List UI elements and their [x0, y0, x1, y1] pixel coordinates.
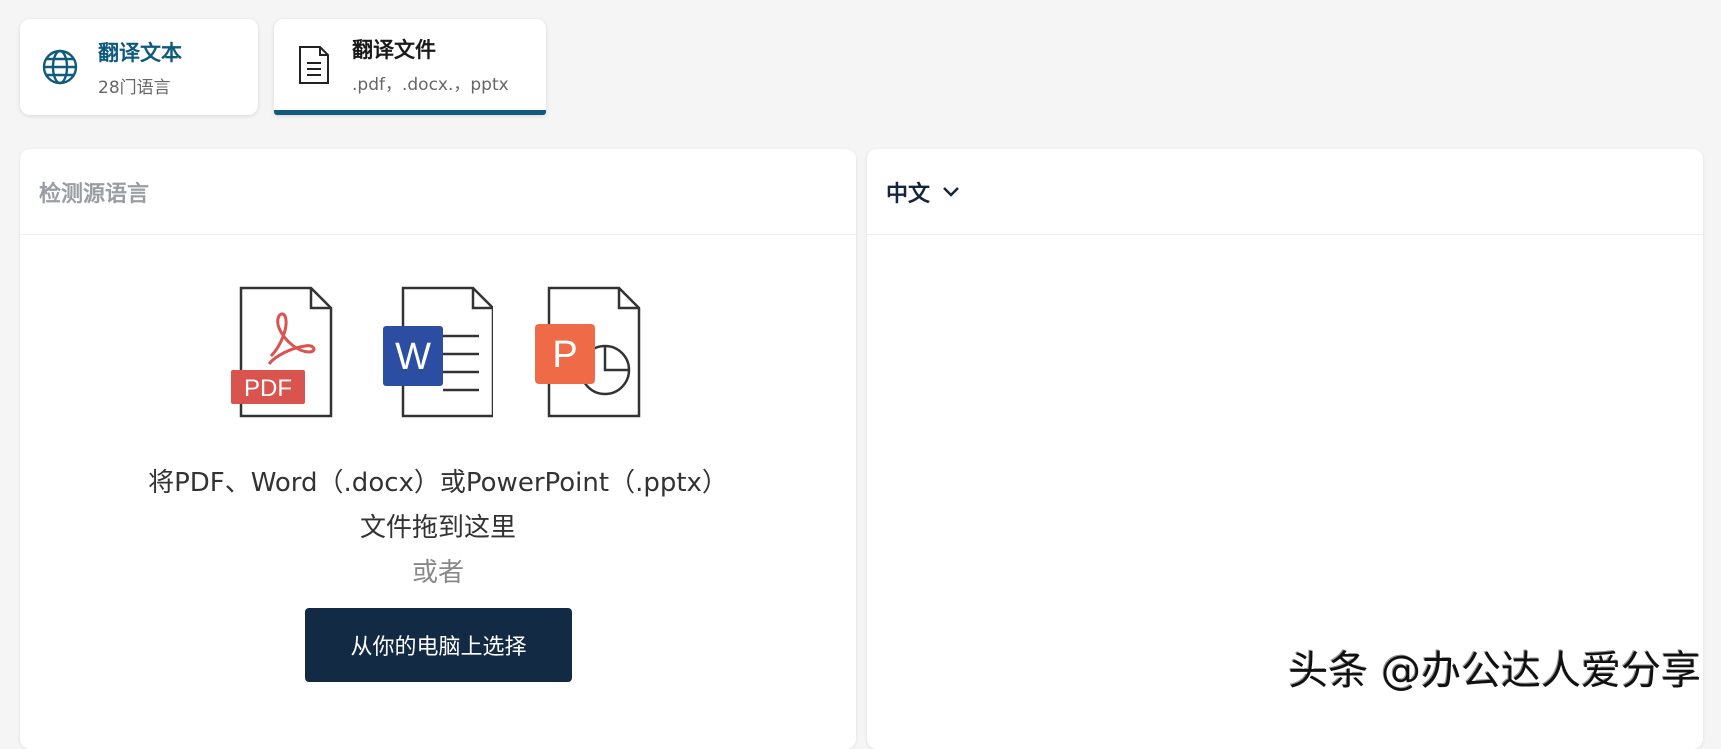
word-label: W: [395, 336, 431, 378]
tab-subtitle: .pdf，.docx.，pptx: [352, 75, 509, 95]
drop-instructions-2: 文件拖到这里: [359, 513, 516, 543]
source-panel: 检测源语言 PDF W P 将PDF、Word（.docx）或PowerPoin…: [20, 149, 856, 749]
drop-instructions: 将PDF、Word（.docx）或PowerPoint（.pptx）: [148, 468, 728, 498]
target-language-selector[interactable]: 中文: [867, 149, 1703, 235]
tab-subtitle: 28门语言: [98, 77, 171, 98]
word-file-icon: W: [383, 286, 493, 418]
file-type-icons: PDF W P: [20, 286, 856, 418]
tab-translate-file[interactable]: 翻译文件 .pdf，.docx.，pptx: [274, 19, 546, 115]
source-language-label: 检测源语言: [39, 181, 150, 207]
globe-icon: [40, 47, 80, 87]
choose-from-computer-button[interactable]: 从你的电脑上选择: [305, 608, 572, 682]
powerpoint-file-icon: P: [535, 286, 641, 418]
document-icon: [294, 45, 334, 85]
pdf-label: PDF: [244, 375, 292, 402]
chevron-down-icon: [942, 186, 960, 198]
target-language-label: 中文: [886, 181, 931, 207]
tab-translate-text[interactable]: 翻译文本 28门语言: [20, 19, 258, 115]
tab-title: 翻译文件: [352, 38, 436, 62]
drop-zone[interactable]: 将PDF、Word（.docx）或PowerPoint（.pptx） 文件拖到这…: [20, 461, 856, 596]
pdf-file-icon: PDF: [231, 286, 333, 418]
watermark: 头条 @办公达人爱分享: [1288, 648, 1701, 694]
tab-title: 翻译文本: [98, 40, 182, 65]
ppt-label: P: [552, 334, 577, 376]
source-language-selector[interactable]: 检测源语言: [20, 149, 856, 235]
or-label: 或者: [411, 558, 464, 588]
